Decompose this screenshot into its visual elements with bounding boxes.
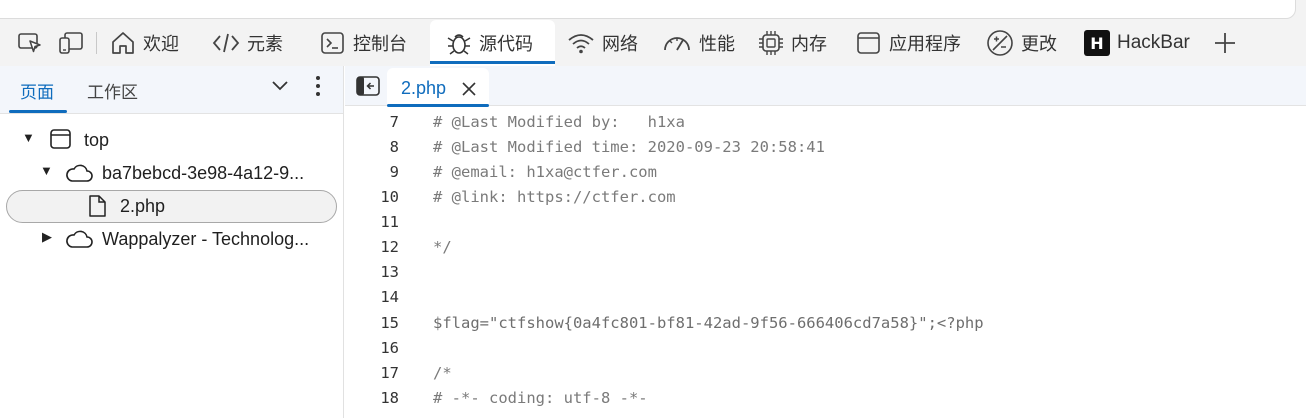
line-number: 18 xyxy=(380,389,399,407)
tab-workspace[interactable]: 工作区 xyxy=(87,78,138,103)
expand-arrow-icon[interactable]: ▶ xyxy=(42,229,52,245)
tab-welcome-label: 欢迎 xyxy=(143,34,179,55)
navigator-tabs: 页面 工作区 xyxy=(0,66,343,114)
file-icon xyxy=(89,195,106,217)
tab-memory[interactable]: 内存 xyxy=(758,20,827,66)
tab-console-label: 控制台 xyxy=(353,34,407,55)
line-content: # -*- coding: utf-8 -*- xyxy=(433,389,648,407)
code-line: 7 # @Last Modified by: h1xa xyxy=(345,113,1306,138)
close-icon[interactable] xyxy=(461,81,477,97)
editor-tab-file[interactable]: 2.php xyxy=(387,68,489,107)
chip-icon xyxy=(759,31,783,55)
code-editor[interactable]: 7 # @Last Modified by: h1xa 8 # @Last Modi… xyxy=(345,106,1306,418)
line-number: 9 xyxy=(389,163,399,181)
line-number: 14 xyxy=(380,288,399,306)
devtools-toolbar: 欢迎 元素 控制台 源代码 网络 性能 内存 应用程序 更改 H HackBar xyxy=(0,20,1306,66)
expand-arrow-icon[interactable]: ▼ xyxy=(22,130,35,145)
tab-network-label: 网络 xyxy=(602,34,638,55)
toggle-navigator-icon[interactable] xyxy=(356,76,380,96)
line-content: # @email: h1xa@ctfer.com xyxy=(433,163,657,181)
tab-changes-label: 更改 xyxy=(1021,34,1057,55)
home-icon xyxy=(112,32,134,54)
line-number: 11 xyxy=(380,213,399,231)
tree-item-label: ba7bebcd-3e98-4a12-9... xyxy=(102,163,305,183)
cloud-icon xyxy=(66,230,93,248)
hackbar-icon: H xyxy=(1084,30,1110,56)
line-number: 10 xyxy=(380,188,399,206)
expand-arrow-icon[interactable]: ▼ xyxy=(40,163,53,178)
code-line: 16 xyxy=(345,339,1306,364)
code-line: 12 */ xyxy=(345,238,1306,263)
tab-hackbar[interactable]: H HackBar xyxy=(1084,20,1190,66)
sources-editor: 2.php 7 # @Last Modified by: h1xa 8 # @Las… xyxy=(345,66,1306,418)
tree-item-label: Wappalyzer - Technolog... xyxy=(102,229,310,249)
plus-icon[interactable] xyxy=(1213,31,1237,55)
device-emulation-icon[interactable] xyxy=(58,31,84,55)
tab-welcome[interactable]: 欢迎 xyxy=(110,20,179,66)
code-line: 8 # @Last Modified time: 2020-09-23 20:58… xyxy=(345,138,1306,163)
line-content: # @link: https://ctfer.com xyxy=(433,188,676,206)
tab-sources[interactable]: 源代码 xyxy=(430,20,555,66)
window-icon xyxy=(857,32,880,54)
line-number: 7 xyxy=(389,113,399,131)
code-line: 9 # @email: h1xa@ctfer.com xyxy=(345,163,1306,188)
tab-changes[interactable]: 更改 xyxy=(986,20,1057,66)
tab-application[interactable]: 应用程序 xyxy=(856,20,961,66)
tab-elements[interactable]: 元素 xyxy=(212,20,283,66)
sources-navigator: 页面 工作区 ▼ top ▼ ba7bebcd-3e98-4a12-9... 2… xyxy=(0,66,344,418)
code-line: 10 # @link: https://ctfer.com xyxy=(345,188,1306,213)
hackbar-icon-letter: H xyxy=(1090,33,1104,53)
frame-icon xyxy=(50,129,71,149)
tab-application-label: 应用程序 xyxy=(889,34,961,55)
tab-performance-label: 性能 xyxy=(699,34,735,55)
line-number: 17 xyxy=(380,364,399,382)
tree-item-label: 2.php xyxy=(120,196,166,216)
tab-network[interactable]: 网络 xyxy=(567,20,638,66)
line-number: 13 xyxy=(380,263,399,281)
code-line: 18 # -*- coding: utf-8 -*- xyxy=(345,389,1306,414)
toolbar-divider xyxy=(96,32,97,54)
address-bar-edge xyxy=(0,0,1296,19)
code-line: 15 $flag="ctfshow{0a4fc801-bf81-42ad-9f56… xyxy=(345,314,1306,339)
code-line: 17 /* xyxy=(345,364,1306,389)
tab-page[interactable]: 页面 xyxy=(20,78,54,103)
tree-item-top[interactable]: ▼ top xyxy=(0,124,343,157)
editor-tabs: 2.php xyxy=(345,66,1306,107)
wifi-icon xyxy=(568,34,594,54)
line-content: */ xyxy=(433,238,452,256)
browser-top-strip xyxy=(0,0,1306,20)
line-number: 12 xyxy=(380,238,399,256)
tab-console[interactable]: 控制台 xyxy=(320,20,407,66)
line-number: 16 xyxy=(380,339,399,357)
code-line: 14 xyxy=(345,288,1306,313)
chevron-down-icon[interactable] xyxy=(271,79,289,93)
tab-memory-label: 内存 xyxy=(791,34,827,55)
code-line: 13 xyxy=(345,263,1306,288)
code-brackets-icon xyxy=(212,33,240,53)
gauge-icon xyxy=(664,37,690,51)
console-icon xyxy=(321,32,344,54)
more-options-icon[interactable] xyxy=(314,75,322,97)
tree-item-extension[interactable]: ▶ Wappalyzer - Technolog... xyxy=(0,223,343,256)
tab-hackbar-label: HackBar xyxy=(1117,32,1190,53)
line-content: # @Last Modified time: 2020-09-23 20:58:… xyxy=(433,138,825,156)
bug-icon xyxy=(447,34,471,55)
tab-elements-label: 元素 xyxy=(247,34,283,55)
diff-icon xyxy=(987,30,1013,56)
line-content: # @Last Modified by: h1xa xyxy=(433,113,685,131)
line-content: $flag="ctfshow{0a4fc801-bf81-42ad-9f56-6… xyxy=(433,314,984,332)
tab-sources-label: 源代码 xyxy=(479,34,533,55)
tree-item-file-selected[interactable]: 2.php xyxy=(6,190,337,223)
code-line: 11 xyxy=(345,213,1306,238)
inspect-element-icon[interactable] xyxy=(18,32,42,54)
cloud-icon xyxy=(66,164,93,182)
line-number: 8 xyxy=(389,138,399,156)
tree-item-origin[interactable]: ▼ ba7bebcd-3e98-4a12-9... xyxy=(0,157,343,190)
active-tab-indicator xyxy=(9,110,67,113)
line-number: 15 xyxy=(380,314,399,332)
tree-item-label: top xyxy=(84,130,110,150)
editor-tab-file-label: 2.php xyxy=(401,78,447,98)
tab-performance[interactable]: 性能 xyxy=(662,20,735,66)
line-content: /* xyxy=(433,364,452,382)
